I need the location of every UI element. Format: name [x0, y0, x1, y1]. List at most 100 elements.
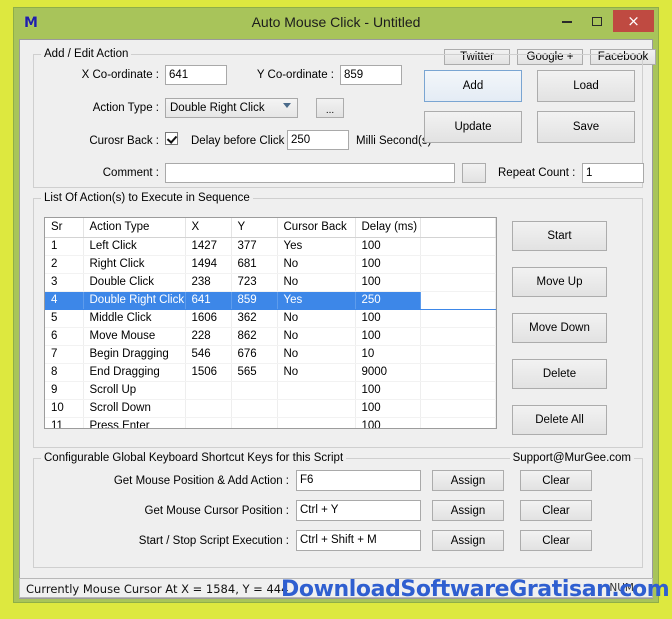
table-row[interactable]: 1 Left Click 1427 377 Yes 100 [45, 237, 496, 256]
move-up-button[interactable]: Move Up [512, 267, 607, 297]
load-button[interactable]: Load [537, 70, 635, 102]
cell-delay: 100 [355, 399, 421, 418]
start-button[interactable]: Start [512, 221, 607, 251]
support-email-label: Support@MurGee.com [509, 452, 634, 464]
cell-action-type: End Dragging [83, 363, 186, 382]
column-header-filler [420, 218, 496, 238]
add-edit-action-group: Add / Edit Action X Co-ordinate : 641 Y … [33, 48, 644, 188]
x-coordinate-input[interactable]: 641 [165, 65, 227, 85]
comment-picker-button[interactable] [462, 163, 486, 183]
close-button[interactable]: × [613, 10, 654, 32]
action-list-title: List Of Action(s) to Execute in Sequence [41, 192, 253, 204]
cell-y [231, 417, 278, 428]
table-row[interactable]: 10 Scroll Down 100 [45, 399, 496, 418]
cell-x: 1606 [185, 309, 232, 328]
column-header-action-type[interactable]: Action Type [83, 218, 186, 238]
cursor-back-checkbox[interactable] [165, 132, 178, 145]
assign-button-start-stop[interactable]: Assign [432, 530, 504, 551]
cell-action-type: Middle Click [83, 309, 186, 328]
table-row[interactable]: 6 Move Mouse 228 862 No 100 [45, 327, 496, 346]
shortcut-input-start-stop[interactable]: Ctrl + Shift + M [296, 530, 421, 551]
maximize-button[interactable] [582, 10, 612, 32]
update-button[interactable]: Update [424, 111, 522, 143]
cell-x: 546 [185, 345, 232, 364]
comment-label: Comment : [102, 167, 159, 179]
y-coordinate-input[interactable]: 859 [340, 65, 402, 85]
cell-x: 1427 [185, 237, 232, 256]
cell-cursor-back: No [277, 345, 356, 364]
save-button[interactable]: Save [537, 111, 635, 143]
cell-filler [420, 363, 496, 382]
assign-button-cursor-position[interactable]: Assign [432, 500, 504, 521]
status-text: Currently Mouse Cursor At X = 1584, Y = … [26, 582, 289, 596]
shortcut-keys-title: Configurable Global Keyboard Shortcut Ke… [41, 452, 347, 464]
table-row[interactable]: 9 Scroll Up 100 [45, 381, 496, 400]
cell-delay: 100 [355, 309, 421, 328]
move-down-button[interactable]: Move Down [512, 313, 607, 343]
action-table-body: 1 Left Click 1427 377 Yes 100 2 Right Click 1494… [45, 237, 496, 428]
table-row[interactable]: 8 End Dragging 1506 565 No 9000 [45, 363, 496, 382]
table-header-row: Sr Action Type X Y Cursor Back Delay (ms… [45, 218, 496, 238]
cell-y: 362 [231, 309, 278, 328]
cell-y [231, 381, 278, 400]
cursor-back-label: Curosr Back : [89, 135, 159, 147]
table-row[interactable]: 2 Right Click 1494 681 No 100 [45, 255, 496, 274]
table-row[interactable]: 11 Press Enter 100 [45, 417, 496, 428]
cell-filler [420, 309, 496, 328]
clear-button-add-action[interactable]: Clear [520, 470, 592, 491]
delete-all-button[interactable]: Delete All [512, 405, 607, 435]
table-row[interactable]: 5 Middle Click 1606 362 No 100 [45, 309, 496, 328]
cell-delay: 10 [355, 345, 421, 364]
cell-filler [420, 327, 496, 346]
cell-cursor-back: No [277, 309, 356, 328]
repeat-count-input[interactable]: 1 [582, 163, 644, 183]
cell-filler [420, 417, 496, 428]
minimize-button[interactable] [552, 10, 582, 32]
cell-y: 676 [231, 345, 278, 364]
assign-button-add-action[interactable]: Assign [432, 470, 504, 491]
cell-x: 238 [185, 273, 232, 292]
cell-delay: 100 [355, 273, 421, 292]
cell-x [185, 417, 232, 428]
dialog-client-area: Twitter Google + Facebook Add / Edit Act… [19, 39, 656, 599]
cell-x [185, 399, 232, 418]
repeat-count-label: Repeat Count : [498, 167, 576, 179]
table-row[interactable]: 3 Double Click 238 723 No 100 [45, 273, 496, 292]
cell-delay: 250 [355, 291, 421, 310]
action-type-select[interactable]: Double Right Click [165, 98, 298, 118]
browse-action-button[interactable]: ... [316, 98, 344, 118]
clear-button-cursor-position[interactable]: Clear [520, 500, 592, 521]
column-header-cursor-back[interactable]: Cursor Back [277, 218, 356, 238]
clear-button-start-stop[interactable]: Clear [520, 530, 592, 551]
cell-y [231, 399, 278, 418]
cell-action-type: Move Mouse [83, 327, 186, 346]
action-list-group: List Of Action(s) to Execute in Sequence… [33, 192, 643, 448]
cell-delay: 9000 [355, 363, 421, 382]
column-header-y[interactable]: Y [231, 218, 278, 238]
cell-y: 862 [231, 327, 278, 346]
x-coordinate-label: X Co-ordinate : [81, 69, 159, 81]
add-button[interactable]: Add [424, 70, 522, 102]
shortcut-input-add-action[interactable]: F6 [296, 470, 421, 491]
shortcut-input-cursor-position[interactable]: Ctrl + Y [296, 500, 421, 521]
cell-filler [420, 273, 496, 292]
cell-cursor-back: No [277, 363, 356, 382]
cell-delay: 100 [355, 237, 421, 256]
comment-input[interactable] [165, 163, 455, 183]
minimize-icon [562, 20, 572, 23]
cell-x: 228 [185, 327, 232, 346]
column-header-x[interactable]: X [185, 218, 232, 238]
delete-button[interactable]: Delete [512, 359, 607, 389]
cell-y: 723 [231, 273, 278, 292]
table-row[interactable]: 7 Begin Dragging 546 676 No 10 [45, 345, 496, 364]
cell-filler [420, 381, 496, 400]
column-header-delay[interactable]: Delay (ms) [355, 218, 421, 238]
action-list-grid[interactable]: Sr Action Type X Y Cursor Back Delay (ms… [44, 217, 497, 429]
delay-before-click-input[interactable]: 250 [287, 130, 349, 150]
cell-sr: 9 [45, 381, 84, 400]
column-header-sr[interactable]: Sr [45, 218, 84, 238]
cell-y: 565 [231, 363, 278, 382]
table-row[interactable]: 4 Double Right Click 641 859 Yes 250 [45, 291, 496, 310]
cell-y: 681 [231, 255, 278, 274]
cell-action-type: Begin Dragging [83, 345, 186, 364]
